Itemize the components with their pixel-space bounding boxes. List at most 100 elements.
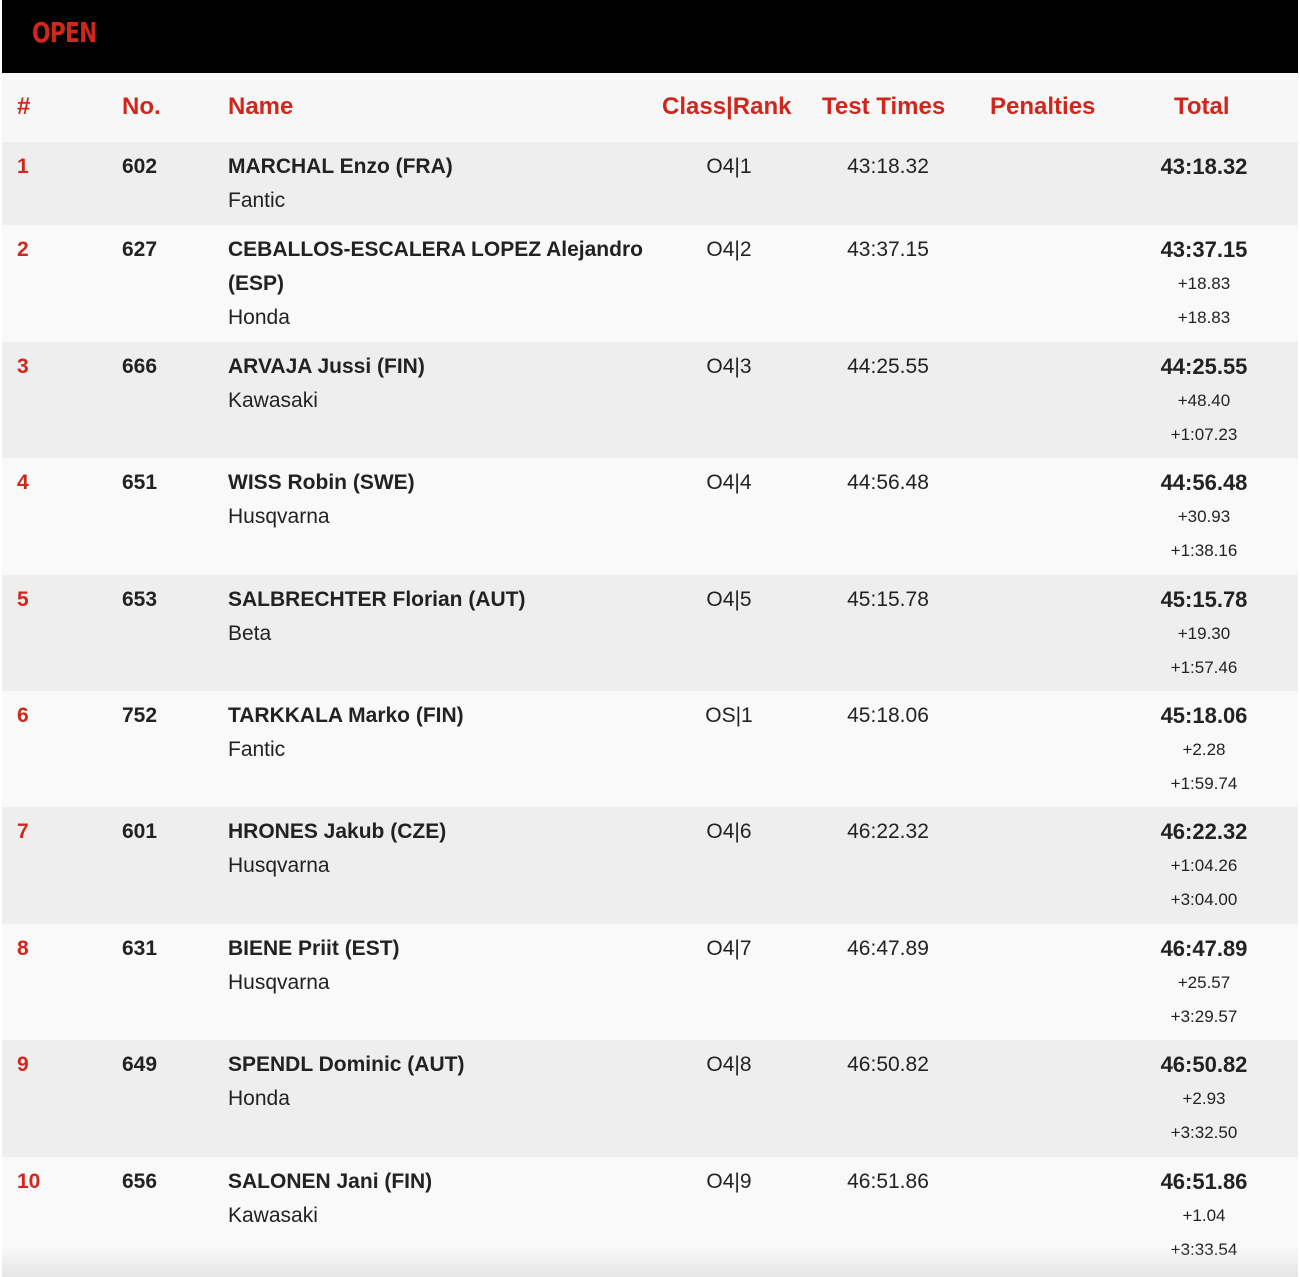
table-row[interactable]: 9 649 SPENDL Dominic (AUT) Honda O4|8 46:50.8… [2, 1040, 1298, 1157]
total-time: 46:51.86 [1160, 1169, 1248, 1194]
gap-to-previous: +1:04.26 [1170, 856, 1238, 875]
gap-to-leader: +1:59.74 [1170, 774, 1238, 793]
position-cell: 8 [17, 937, 29, 960]
column-header-test-times[interactable]: Test Times [822, 93, 945, 121]
start-number-cell: 631 [122, 937, 158, 960]
gap-to-previous: +1.04 [1182, 1206, 1226, 1225]
gap-to-previous: +25.57 [1177, 973, 1231, 992]
gap-to-leader: +3:29.57 [1170, 1007, 1238, 1026]
rider-name-link[interactable]: HRONES Jakub (CZE) [228, 815, 648, 849]
rider-name-link[interactable]: SALBRECHTER Florian (AUT) [228, 583, 648, 617]
gap-to-leader: +3:32.50 [1170, 1123, 1238, 1142]
team-name: Honda [228, 1087, 290, 1110]
gap-to-previous: +2.28 [1182, 740, 1226, 759]
total-time: 44:56.48 [1160, 470, 1248, 495]
position-cell: 9 [17, 1053, 29, 1076]
table-row[interactable]: 5 653 SALBRECHTER Florian (AUT) Beta O4|5 45:… [2, 575, 1298, 691]
test-time-cell: 45:18.06 [847, 704, 929, 727]
test-time-cell: 46:50.82 [847, 1053, 929, 1076]
total-cell: 46:22.32 +1:04.26 +3:04.00 [1142, 815, 1266, 917]
table-row[interactable]: 6 752 TARKKALA Marko (FIN) Fantic OS|1 45:18.… [2, 691, 1298, 807]
gap-to-previous: +19.30 [1177, 624, 1231, 643]
test-time-cell: 43:18.32 [847, 155, 929, 178]
rider-name-link[interactable]: WISS Robin (SWE) [228, 466, 648, 500]
gap-to-previous: +2.93 [1182, 1089, 1226, 1108]
total-time: 45:18.06 [1160, 703, 1248, 728]
class-rank-cell: O4|1 [706, 155, 752, 178]
position-cell: 3 [17, 355, 29, 378]
class-rank-cell: O4|7 [706, 937, 752, 960]
rider-cell: SALONEN Jani (FIN) Kawasaki [228, 1165, 648, 1233]
rider-name-link[interactable]: CEBALLOS-ESCALERA LOPEZ Alejandro (ESP) [228, 233, 648, 301]
team-name: Husqvarna [228, 854, 330, 877]
position-cell: 6 [17, 704, 29, 727]
test-time-cell: 45:15.78 [847, 588, 929, 611]
team-name: Kawasaki [228, 1204, 318, 1227]
total-cell: 45:15.78 +19.30 +1:57.46 [1142, 583, 1266, 685]
gap-to-leader: +1:38.16 [1170, 541, 1238, 560]
total-cell: 44:56.48 +30.93 +1:38.16 [1142, 466, 1266, 568]
rider-name-link[interactable]: SALONEN Jani (FIN) [228, 1165, 648, 1199]
position-cell: 7 [17, 820, 29, 843]
rider-name-link[interactable]: ARVAJA Jussi (FIN) [228, 350, 648, 384]
team-name: Husqvarna [228, 971, 330, 994]
total-time: 43:18.32 [1160, 154, 1248, 179]
rider-name-link[interactable]: TARKKALA Marko (FIN) [228, 699, 648, 733]
start-number-cell: 601 [122, 820, 158, 843]
start-number-cell: 656 [122, 1170, 158, 1193]
class-rank-cell: O4|5 [706, 588, 752, 611]
rider-name-link[interactable]: BIENE Priit (EST) [228, 932, 648, 966]
total-cell: 46:47.89 +25.57 +3:29.57 [1142, 932, 1266, 1034]
total-cell: 43:37.15 +18.83 +18.83 [1142, 233, 1266, 335]
column-header-position[interactable]: # [17, 93, 30, 121]
gap-to-leader: +1:07.23 [1170, 425, 1238, 444]
position-cell: 5 [17, 588, 29, 611]
total-time: 44:25.55 [1160, 354, 1248, 379]
gap-to-previous: +48.40 [1177, 391, 1231, 410]
column-header-number[interactable]: No. [122, 93, 161, 121]
table-row[interactable]: 7 601 HRONES Jakub (CZE) Husqvarna O4|6 46:22… [2, 807, 1298, 924]
total-time: 46:22.32 [1160, 819, 1248, 844]
position-cell: 10 [17, 1170, 41, 1193]
total-cell: 44:25.55 +48.40 +1:07.23 [1142, 350, 1266, 452]
team-name: Fantic [228, 738, 286, 761]
gap-to-previous: +18.83 [1177, 274, 1231, 293]
table-row[interactable]: 1 602 MARCHAL Enzo (FRA) Fantic O4|1 43:18.32… [2, 142, 1298, 225]
table-row[interactable]: 2 627 CEBALLOS-ESCALERA LOPEZ Alejandro (E… [2, 225, 1298, 342]
start-number-cell: 627 [122, 238, 158, 261]
gap-to-leader: +1:57.46 [1170, 658, 1238, 677]
column-header-class-rank[interactable]: Class|Rank [662, 93, 791, 121]
class-rank-cell: O4|9 [706, 1170, 752, 1193]
gap-to-leader: +18.83 [1177, 308, 1231, 327]
start-number-cell: 651 [122, 471, 158, 494]
scroll-fade [2, 1247, 1298, 1277]
column-header-name[interactable]: Name [228, 93, 293, 121]
table-row[interactable]: 4 651 WISS Robin (SWE) Husqvarna O4|4 44:56.4… [2, 458, 1298, 575]
table-row[interactable]: 8 631 BIENE Priit (EST) Husqvarna O4|7 46:47.… [2, 924, 1298, 1040]
table-row[interactable]: 3 666 ARVAJA Jussi (FIN) Kawasaki O4|3 44:25.… [2, 342, 1298, 458]
rider-name-link[interactable]: MARCHAL Enzo (FRA) [228, 150, 648, 184]
start-number-cell: 752 [122, 704, 158, 727]
column-header-penalties[interactable]: Penalties [990, 93, 1095, 121]
team-name: Husqvarna [228, 505, 330, 528]
class-rank-cell: O4|3 [706, 355, 752, 378]
class-banner: OPEN [2, 0, 1298, 73]
gap-to-leader: +3:04.00 [1170, 890, 1238, 909]
rider-name-link[interactable]: SPENDL Dominic (AUT) [228, 1048, 648, 1082]
test-time-cell: 43:37.15 [847, 238, 929, 261]
total-time: 43:37.15 [1160, 237, 1248, 262]
column-header-total[interactable]: Total [1174, 93, 1230, 121]
class-rank-cell: O4|6 [706, 820, 752, 843]
team-name: Kawasaki [228, 389, 318, 412]
class-rank-cell: O4|2 [706, 238, 752, 261]
team-name: Honda [228, 306, 290, 329]
position-cell: 4 [17, 471, 29, 494]
rider-cell: HRONES Jakub (CZE) Husqvarna [228, 815, 648, 883]
class-rank-cell: O4|4 [706, 471, 752, 494]
total-time: 46:47.89 [1160, 936, 1248, 961]
start-number-cell: 649 [122, 1053, 158, 1076]
start-number-cell: 666 [122, 355, 158, 378]
test-time-cell: 46:47.89 [847, 937, 929, 960]
rider-cell: MARCHAL Enzo (FRA) Fantic [228, 150, 648, 218]
position-cell: 2 [17, 238, 29, 261]
